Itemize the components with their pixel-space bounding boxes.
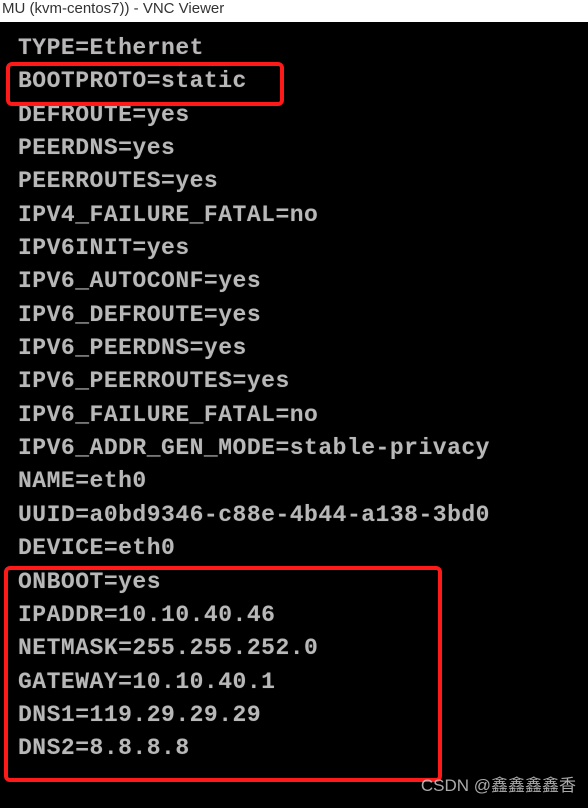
config-line: GATEWAY=10.10.40.1	[18, 666, 584, 699]
config-line: IPV6INIT=yes	[18, 232, 584, 265]
config-line: DNS2=8.8.8.8	[18, 732, 584, 765]
config-line: IPV6_ADDR_GEN_MODE=stable-privacy	[18, 432, 584, 465]
config-line: BOOTPROTO=static	[18, 65, 584, 98]
window-title-bar: MU (kvm-centos7)) - VNC Viewer	[0, 0, 588, 22]
config-line: IPV6_DEFROUTE=yes	[18, 299, 584, 332]
config-line: IPV4_FAILURE_FATAL=no	[18, 199, 584, 232]
config-line: IPADDR=10.10.40.46	[18, 599, 584, 632]
config-line: IPV6_AUTOCONF=yes	[18, 265, 584, 298]
config-line: IPV6_PEERROUTES=yes	[18, 365, 584, 398]
config-line: NETMASK=255.255.252.0	[18, 632, 584, 665]
config-line: PEERDNS=yes	[18, 132, 584, 165]
watermark-text: CSDN @鑫鑫鑫鑫香	[421, 771, 576, 796]
config-line: UUID=a0bd9346-c88e-4b44-a138-3bd0	[18, 499, 584, 532]
config-line: DEFROUTE=yes	[18, 99, 584, 132]
config-line: IPV6_FAILURE_FATAL=no	[18, 399, 584, 432]
config-line: DNS1=119.29.29.29	[18, 699, 584, 732]
config-line: NAME=eth0	[18, 465, 584, 498]
config-line: IPV6_PEERDNS=yes	[18, 332, 584, 365]
window-title: MU (kvm-centos7)) - VNC Viewer	[2, 0, 224, 17]
config-line: DEVICE=eth0	[18, 532, 584, 565]
terminal-area[interactable]: TYPE=Ethernet BOOTPROTO=static DEFROUTE=…	[0, 22, 588, 808]
config-line: TYPE=Ethernet	[18, 32, 584, 65]
config-line: PEERROUTES=yes	[18, 165, 584, 198]
config-line: ONBOOT=yes	[18, 566, 584, 599]
